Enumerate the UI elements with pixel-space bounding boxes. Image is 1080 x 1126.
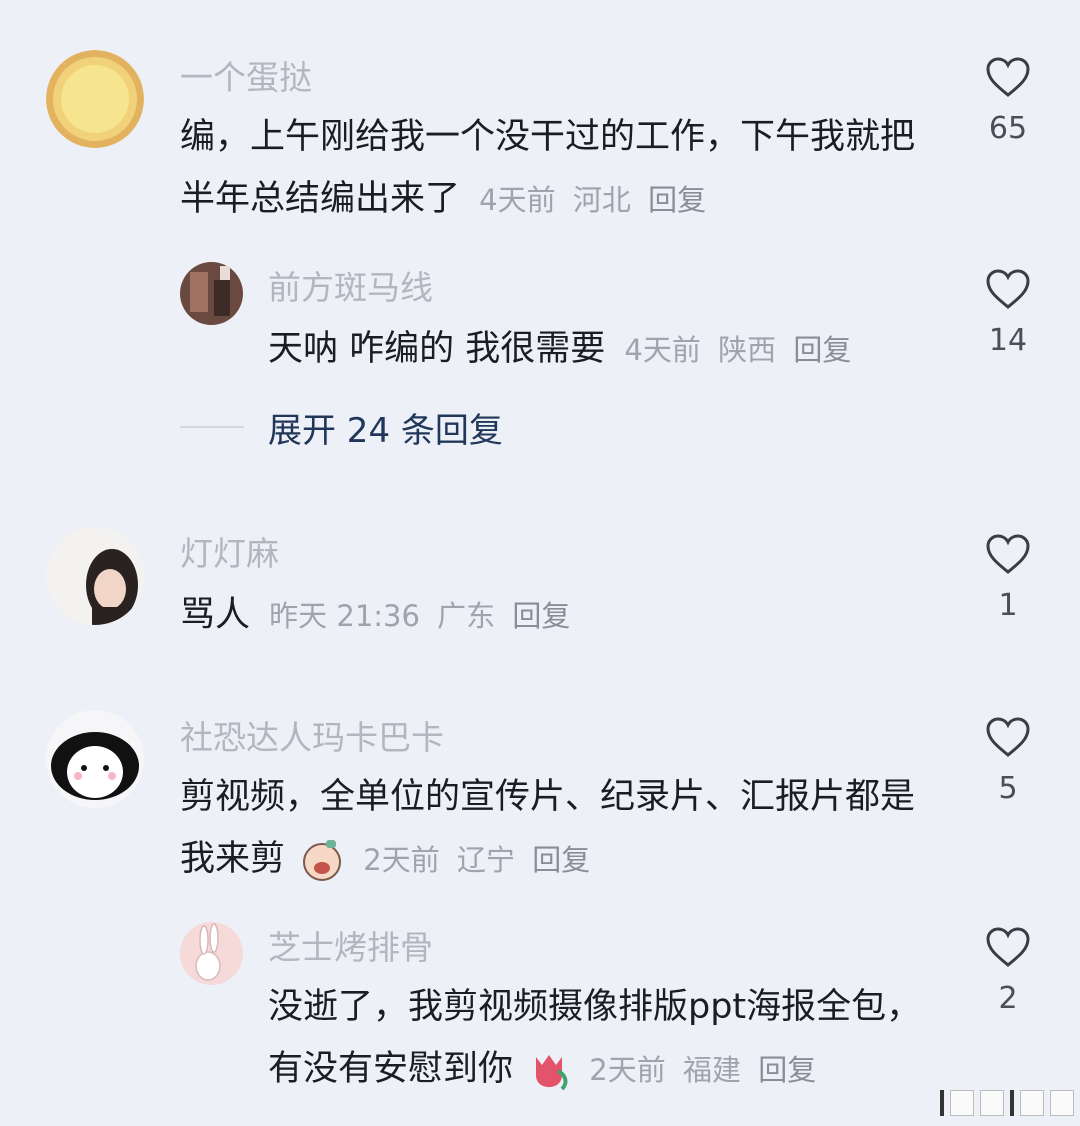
comment-body: 骂人 昨天 21:36 广东 回复 (180, 584, 940, 647)
comment-location: 广东 (437, 599, 496, 633)
watermark-logo (940, 1090, 1074, 1116)
comment-body: 编，上午刚给我一个没干过的工作，下午我就把半年总结编出来了 4天前 河北 回复 (180, 106, 940, 231)
heart-outline-icon (986, 534, 1030, 574)
username[interactable]: 社恐达人玛卡巴卡 (180, 718, 444, 758)
comment-time: 4天前 (479, 183, 556, 217)
comment-location: 辽宁 (456, 843, 515, 877)
tulip-emoji-icon (536, 1055, 568, 1091)
reply-location: 陕西 (718, 333, 777, 367)
girl-avatar-image (46, 527, 144, 625)
like-count: 5 (998, 771, 1018, 806)
watermark-mark (1050, 1090, 1074, 1116)
reply-body: 天呐 咋编的 我很需要 4天前 陕西 回复 (268, 318, 948, 381)
egg-tart-avatar-image (46, 50, 144, 148)
like-count: 2 (998, 981, 1018, 1016)
username[interactable]: 前方斑马线 (268, 268, 433, 308)
reply-button[interactable]: 回复 (793, 333, 851, 367)
comment-location: 河北 (572, 183, 631, 217)
watermark-mark (940, 1090, 944, 1116)
comment-meta: 昨天 21:36 广东 回复 (261, 599, 570, 633)
like-count: 14 (988, 323, 1028, 358)
cartoon-face-avatar-image (46, 710, 144, 808)
reply-location: 福建 (682, 1053, 741, 1087)
username[interactable]: 一个蛋挞 (180, 58, 312, 98)
comment-body: 剪视频，全单位的宣传片、纪录片、汇报片都是我来剪 2天前 辽宁 回复 (180, 766, 920, 891)
avatar[interactable] (180, 922, 243, 985)
avatar[interactable] (46, 710, 144, 808)
username[interactable]: 灯灯麻 (180, 534, 279, 574)
like-button[interactable]: 2 (978, 926, 1038, 1016)
heart-outline-icon (986, 57, 1030, 97)
reply-meta: 4天前 陕西 回复 (616, 333, 851, 367)
reply-button[interactable]: 回复 (758, 1053, 816, 1087)
heart-outline-icon (986, 717, 1030, 757)
reply-text: 天呐 咋编的 我很需要 (268, 329, 606, 369)
heart-outline-icon (986, 269, 1030, 309)
like-button[interactable]: 65 (978, 56, 1038, 146)
watermark-mark (950, 1090, 974, 1116)
comment-meta: 2天前 辽宁 回复 (355, 843, 590, 877)
zebra-crossing-avatar-image (180, 262, 243, 325)
reply-time: 4天前 (624, 333, 701, 367)
comment-text: 骂人 (180, 595, 251, 635)
rabbit-avatar-image (180, 922, 243, 985)
like-count: 65 (988, 111, 1028, 146)
reply-body: 没逝了，我剪视频摄像排版ppt海报全包，有没有安慰到你 2天前 福建 回复 (268, 976, 928, 1101)
comment-meta: 4天前 河北 回复 (471, 183, 706, 217)
comment-time: 2天前 (363, 843, 440, 877)
comment-time: 昨天 21:36 (269, 599, 420, 633)
reply-meta: 2天前 福建 回复 (581, 1053, 816, 1087)
like-button[interactable]: 1 (978, 533, 1038, 623)
crying-face-emoji-icon (303, 840, 342, 881)
expand-replies-label: 展开 24 条回复 (268, 410, 503, 451)
watermark-mark (1010, 1090, 1014, 1116)
watermark-mark (980, 1090, 1004, 1116)
expand-replies-button[interactable]: 展开 24 条回复 (180, 402, 503, 452)
avatar[interactable] (180, 262, 243, 325)
watermark-mark (1020, 1090, 1044, 1116)
reply-time: 2天前 (589, 1053, 666, 1087)
reply-button[interactable]: 回复 (532, 843, 590, 877)
divider (180, 426, 244, 428)
username[interactable]: 芝士烤排骨 (268, 928, 433, 968)
like-button[interactable]: 14 (978, 268, 1038, 358)
avatar[interactable] (46, 50, 144, 148)
avatar[interactable] (46, 527, 144, 625)
reply-button[interactable]: 回复 (512, 599, 570, 633)
like-count: 1 (998, 588, 1018, 623)
reply-button[interactable]: 回复 (648, 183, 706, 217)
like-button[interactable]: 5 (978, 716, 1038, 806)
comment-list: 一个蛋挞 编，上午刚给我一个没干过的工作，下午我就把半年总结编出来了 4天前 河… (0, 0, 1080, 1126)
heart-outline-icon (986, 927, 1030, 967)
